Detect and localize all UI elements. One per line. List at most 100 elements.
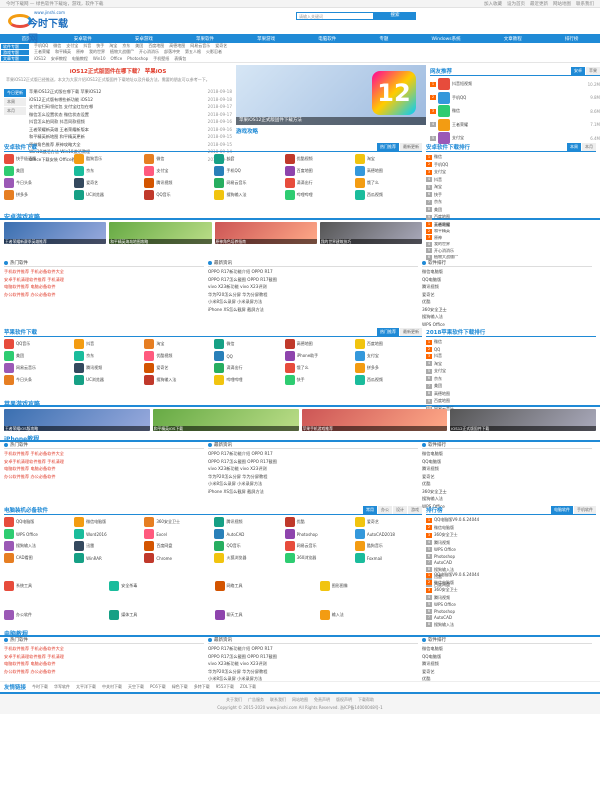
rank-name[interactable]: AutoCAD xyxy=(434,560,596,565)
sub-nav-link[interactable]: 王者荣耀 xyxy=(34,49,50,55)
news-item-title[interactable]: vivo X23新功能 vivo X23评测 xyxy=(208,661,267,667)
rank-name[interactable]: QQ电脑版V9.0.6.24044 xyxy=(434,517,596,523)
rank-name[interactable]: 抖音短视频 xyxy=(452,81,586,87)
news-item-title[interactable]: 微信电脑版 xyxy=(422,269,443,275)
app-item[interactable]: 迅雷 xyxy=(74,541,141,551)
news-item-title[interactable]: 优酷 xyxy=(422,481,430,487)
news-item-title[interactable]: 电脑软件推荐 电脑必备软件 xyxy=(4,661,56,667)
rank-name[interactable]: 百度地图 xyxy=(434,398,596,404)
tab[interactable]: 最新更新 xyxy=(400,328,422,336)
top-link[interactable]: 设为首页 xyxy=(507,1,525,7)
tab[interactable]: 游戏 xyxy=(408,506,422,514)
list-item[interactable]: 苹果iOS12正式版在哪下载 苹果iOS12 2018-09-18 xyxy=(29,89,232,95)
sub-nav-link[interactable]: 第五人格 xyxy=(185,49,201,55)
tab[interactable]: 电脑软件 xyxy=(551,506,573,514)
rank-name[interactable]: 我的世界 xyxy=(434,242,596,247)
category-item[interactable]: 图形图像 xyxy=(319,572,422,599)
news-item[interactable]: 微信电脑版 xyxy=(422,269,592,275)
nav-item[interactable]: 文章教程 xyxy=(504,36,522,42)
news-item-title[interactable]: 小米8怎么录屏 小米录屏方法 xyxy=(208,481,262,487)
friend-link[interactable]: 今时下载 xyxy=(32,684,48,690)
game-thumb[interactable]: iOS12正式版固件下载 xyxy=(450,409,596,431)
top-link[interactable]: 网站地图 xyxy=(553,1,571,7)
rank-name[interactable]: Photoshop xyxy=(434,609,596,614)
news-item[interactable]: 手机软件推荐 手机必备软件大全 xyxy=(4,451,204,457)
app-name[interactable]: 饿了么 xyxy=(297,365,309,371)
app-name[interactable]: 京东 xyxy=(86,168,94,174)
news-item-title[interactable]: 腾讯视频 xyxy=(422,466,439,472)
category-name[interactable]: 网络工具 xyxy=(227,583,243,589)
news-item[interactable]: 电脑软件推荐 电脑必备软件 xyxy=(4,661,204,667)
news-item[interactable]: 办公软件推荐 办公必备软件 xyxy=(4,669,204,675)
sub-nav-link[interactable]: Win10 xyxy=(93,56,106,62)
nav-item[interactable]: 电脑软件 xyxy=(318,36,336,42)
nav-item[interactable]: 苹果游戏 xyxy=(257,36,275,42)
list-item[interactable]: 微信怎么设置状态 微信状态设置 2018-09-17 xyxy=(29,112,232,118)
news-item[interactable]: QQ电脑版 xyxy=(422,654,592,660)
app-name[interactable]: WPS Office xyxy=(16,532,38,537)
app-item[interactable]: 拼多多 xyxy=(354,363,422,373)
rank-name[interactable]: 腾讯视频 xyxy=(434,595,596,601)
app-name[interactable]: QQ xyxy=(226,354,232,359)
news-item-title[interactable]: 华为P20怎么分屏 华为分屏教程 xyxy=(208,292,267,298)
app-name[interactable]: 360浏览器 xyxy=(297,555,317,561)
category-name[interactable]: 图形图像 xyxy=(332,583,348,589)
app-item[interactable]: WinRAR xyxy=(74,553,141,563)
rank-item[interactable]: 2 QQ xyxy=(426,346,596,352)
tab[interactable]: 热门推荐 xyxy=(377,328,399,336)
rank-name[interactable]: QQ xyxy=(434,347,596,352)
game-thumb[interactable]: 我的世界建筑技巧 xyxy=(319,222,422,244)
footer-link[interactable]: 广告服务 xyxy=(248,697,264,703)
app-item[interactable]: 手机QQ xyxy=(214,166,281,176)
app-item[interactable]: 网易云音乐 xyxy=(4,363,71,373)
tab[interactable]: 本周 xyxy=(4,98,26,106)
app-name[interactable]: AutoCAD xyxy=(226,532,244,537)
app-name[interactable]: 微信电脑版 xyxy=(86,519,106,525)
rank-name[interactable]: 支付宝 xyxy=(434,169,596,175)
game-thumb[interactable]: 和平精英海岛地图攻略 xyxy=(109,222,212,244)
news-item[interactable]: 360安全卫士 xyxy=(422,307,592,313)
news-item[interactable]: QQ电脑版 xyxy=(422,459,592,465)
news-item-title[interactable]: OPPO R17怎么截图 OPPO R17截图 xyxy=(208,459,277,465)
app-name[interactable]: 腾讯视频 xyxy=(226,519,242,525)
app-item[interactable]: 快手 xyxy=(284,375,352,385)
tab[interactable]: 热门推荐 xyxy=(377,143,399,151)
rank-name[interactable]: 微信电脑版 xyxy=(434,580,596,586)
rank-item[interactable]: 2 微信电脑版 xyxy=(426,525,596,531)
app-name[interactable]: 抖音 xyxy=(226,156,234,162)
list-item[interactable]: 抖音怎么拍同款 抖音同款视频 2018-09-16 xyxy=(29,119,232,125)
rank-item[interactable]: 9 百度地图 xyxy=(426,398,596,404)
news-item-title[interactable]: 360安全卫士 xyxy=(422,489,447,495)
category-name[interactable]: 系统工具 xyxy=(16,583,32,589)
app-item[interactable]: 360浏览器 xyxy=(284,553,352,563)
rank-item[interactable]: 4 王者荣耀 7.1M xyxy=(430,118,600,131)
rank-item[interactable]: 6 Photoshop xyxy=(426,553,596,559)
rank-item[interactable]: 3 微信 8.6M xyxy=(430,105,600,117)
app-name[interactable]: Word2016 xyxy=(86,532,106,537)
tab[interactable]: 办公 xyxy=(378,506,392,514)
rank-item[interactable]: 4 淘宝 xyxy=(426,361,596,367)
app-name[interactable]: 优酷 xyxy=(297,519,305,525)
news-item[interactable]: 手机软件推荐 手机必备软件大全 xyxy=(4,646,204,652)
rank-name[interactable]: 支付宝 xyxy=(434,368,596,374)
news-item-title[interactable]: 360安全卫士 xyxy=(422,307,447,313)
list-item-title[interactable]: 抖音怎么拍同款 抖音同款视频 xyxy=(29,119,85,125)
app-item[interactable]: 抖音 xyxy=(214,154,281,164)
rank-name[interactable]: 和平精英 xyxy=(434,229,596,234)
app-name[interactable]: 淘宝 xyxy=(367,156,375,162)
news-item-title[interactable]: 微信电脑版 xyxy=(422,451,443,457)
app-item[interactable]: 爱奇艺 xyxy=(144,363,211,373)
rank-name[interactable]: 搜狗输入法 xyxy=(434,622,596,628)
rank-item[interactable]: 8 高德地图 xyxy=(426,391,596,397)
app-item[interactable]: 今日头条 xyxy=(4,375,71,385)
tab[interactable]: 设计 xyxy=(393,506,407,514)
rank-item[interactable]: 5 WPS Office xyxy=(426,547,596,552)
tab[interactable]: 本月 xyxy=(582,143,596,151)
app-item[interactable]: UC浏览器 xyxy=(74,190,141,200)
news-item[interactable]: 华为P20怎么分屏 华为分屏教程 xyxy=(208,292,418,298)
app-item[interactable]: QQ电脑版 xyxy=(4,517,71,527)
news-item-title[interactable]: 安卓手机清理软件推荐 手机清理 xyxy=(4,459,64,465)
app-item[interactable]: 微信 xyxy=(144,154,211,164)
rank-item[interactable]: 8 美团 xyxy=(426,207,596,213)
list-item-title[interactable]: 支付宝扫码领红包 支付宝红包在哪 xyxy=(29,104,93,110)
